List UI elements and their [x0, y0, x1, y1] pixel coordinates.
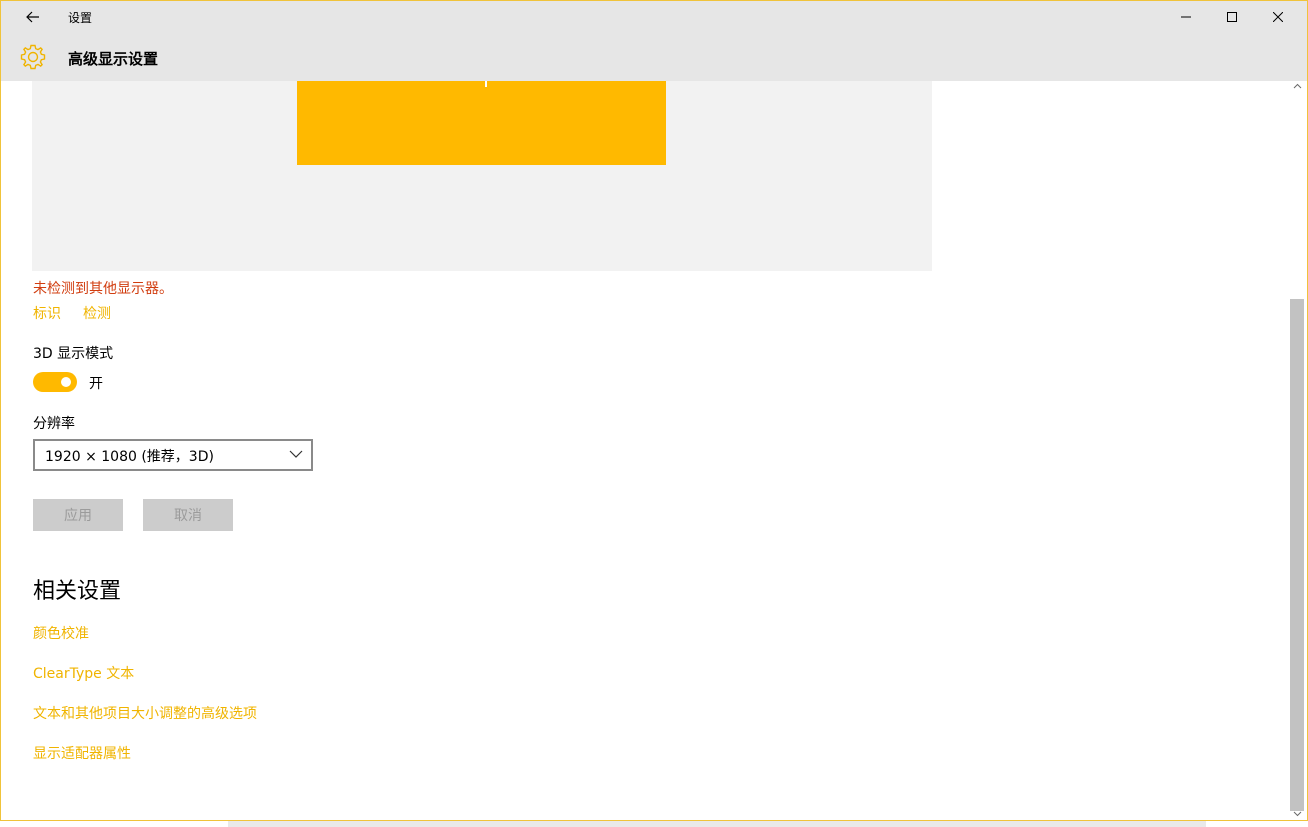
- scroll-up-arrow-icon[interactable]: [1293, 83, 1302, 90]
- resolution-label: 分辨率: [33, 416, 75, 432]
- cleartype-text-link[interactable]: ClearType 文本: [33, 663, 134, 683]
- monitor-mark: [485, 81, 487, 87]
- 3d-mode-toggle[interactable]: [33, 372, 77, 392]
- identify-link[interactable]: 标识: [33, 303, 61, 323]
- gear-icon: [20, 44, 46, 70]
- resolution-selected-value: 1920 × 1080 (推荐，3D): [45, 449, 214, 465]
- color-calibration-link[interactable]: 颜色校准: [33, 623, 89, 643]
- display-adapter-properties-link[interactable]: 显示适配器属性: [33, 743, 131, 763]
- scrollbar-thumb[interactable]: [1290, 299, 1304, 811]
- no-display-warning: 未检测到其他显示器。: [33, 281, 173, 297]
- close-icon: [1273, 12, 1283, 22]
- back-arrow-icon: [26, 11, 39, 23]
- advanced-text-sizing-link[interactable]: 文本和其他项目大小调整的高级选项: [33, 703, 257, 723]
- minimize-button[interactable]: [1163, 1, 1209, 33]
- window-title: 设置: [68, 11, 93, 25]
- scroll-down-arrow-icon[interactable]: [1293, 810, 1302, 817]
- apply-button[interactable]: 应用: [33, 499, 123, 531]
- window-shadow: [228, 821, 1206, 827]
- detect-link[interactable]: 检测: [83, 303, 111, 323]
- settings-window: 设置 高级显示设置 未检测到其他显示器。 标识 检测 3D 显示模式 开 分辨率…: [0, 0, 1308, 821]
- maximize-button[interactable]: [1209, 1, 1255, 33]
- maximize-icon: [1227, 12, 1237, 22]
- close-button[interactable]: [1255, 1, 1301, 33]
- 3d-mode-label: 3D 显示模式: [33, 346, 114, 362]
- background-strip: [0, 821, 1308, 827]
- resolution-dropdown[interactable]: 1920 × 1080 (推荐，3D): [33, 439, 313, 471]
- settings-content: 未检测到其他显示器。 标识 检测 3D 显示模式 开 分辨率 1920 × 10…: [1, 81, 1289, 820]
- 3d-mode-state-label: 开: [89, 376, 103, 392]
- related-settings-heading: 相关设置: [33, 579, 122, 604]
- minimize-icon: [1181, 16, 1191, 18]
- title-bar: 设置: [1, 1, 1307, 33]
- chevron-down-icon: [289, 450, 303, 458]
- toggle-knob: [61, 377, 71, 387]
- monitor-tile[interactable]: [297, 81, 666, 165]
- back-button[interactable]: [17, 5, 49, 29]
- vertical-scrollbar[interactable]: [1289, 81, 1306, 820]
- page-header: 高级显示设置: [1, 33, 1307, 81]
- display-arrangement-area: [32, 81, 932, 271]
- cancel-button[interactable]: 取消: [143, 499, 233, 531]
- page-title: 高级显示设置: [68, 50, 159, 68]
